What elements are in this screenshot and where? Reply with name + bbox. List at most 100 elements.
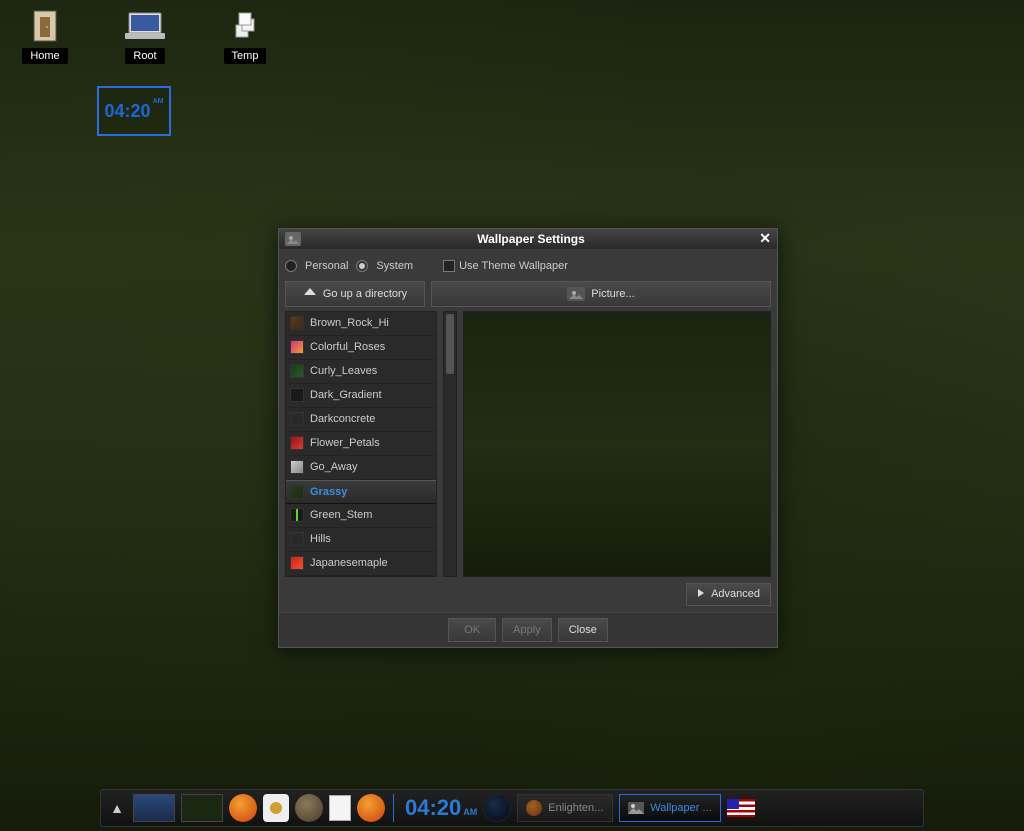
use-theme-wallpaper-option[interactable]: Use Theme Wallpaper xyxy=(443,260,568,272)
wallpaper-file-label: Brown_Rock_Hi xyxy=(310,317,389,329)
wallpaper-preview xyxy=(463,311,771,577)
wallpaper-file-list[interactable]: Brown_Rock_Hi Colorful_Roses Curly_Leaves D… xyxy=(285,311,437,577)
picture-label: Picture... xyxy=(591,288,634,300)
taskbar: ▲ 04:20 AM Enlighten... Wallpaper ... xyxy=(100,789,924,827)
close-button[interactable]: Close xyxy=(558,618,608,642)
file-list-scrollbar[interactable] xyxy=(443,311,457,577)
wallpaper-thumb-icon xyxy=(290,508,304,522)
nav-row: Go up a directory Picture... xyxy=(285,281,771,307)
taskbar-app-firefox[interactable] xyxy=(229,793,257,823)
wallpaper-file-item[interactable]: Dark_Gradient xyxy=(286,384,436,408)
wallpaper-file-item[interactable]: Green_Stem xyxy=(286,504,436,528)
wallpaper-thumb-icon xyxy=(290,364,304,378)
wallpaper-file-item[interactable]: Curly_Leaves xyxy=(286,360,436,384)
taskbar-app-gimp[interactable] xyxy=(295,793,323,823)
firefox-icon xyxy=(357,794,385,822)
wallpaper-file-label: Green_Stem xyxy=(310,509,372,521)
taskbar-app-firefox-2[interactable] xyxy=(357,793,385,823)
chevron-right-icon xyxy=(697,588,705,601)
wallpaper-thumb-icon xyxy=(290,460,304,474)
wallpaper-thumb-icon xyxy=(290,340,304,354)
firefox-icon xyxy=(526,800,542,816)
wallpaper-file-item[interactable]: Darkconcrete xyxy=(286,408,436,432)
orb-icon xyxy=(483,794,511,822)
taskbar-system-orb[interactable] xyxy=(483,793,511,823)
wallpaper-thumb-icon xyxy=(290,436,304,450)
taskbar-workspace-1[interactable] xyxy=(133,793,175,823)
taskbar-clock-ampm: AM xyxy=(463,807,477,817)
wallpaper-file-label: Darkconcrete xyxy=(310,413,375,425)
wallpaper-file-label: Curly_Leaves xyxy=(310,365,377,377)
wallpaper-file-item[interactable]: Colorful_Roses xyxy=(286,336,436,360)
desktop-icon-temp[interactable]: Temp xyxy=(210,8,280,64)
ok-button[interactable]: OK xyxy=(448,618,496,642)
wallpaper-file-label: Grassy xyxy=(310,486,347,498)
picture-icon xyxy=(567,287,585,301)
wallpaper-file-item[interactable]: Japanesemaple xyxy=(286,552,436,576)
clock-ampm: AM xyxy=(153,98,164,105)
content-row: Brown_Rock_Hi Colorful_Roses Curly_Leaves D… xyxy=(285,311,771,577)
picture-button[interactable]: Picture... xyxy=(431,281,771,307)
go-up-button[interactable]: Go up a directory xyxy=(285,281,425,307)
apply-button[interactable]: Apply xyxy=(502,618,552,642)
dialog-body: Personal System Use Theme Wallpaper Go u… xyxy=(279,249,777,612)
wallpaper-file-item[interactable]: Grassy xyxy=(286,480,436,504)
taskbar-app-media[interactable] xyxy=(263,793,289,823)
wallpaper-thumb-icon xyxy=(290,485,304,499)
desktop-clock-widget[interactable]: 04:20 AM xyxy=(97,86,171,136)
taskbar-separator xyxy=(393,794,397,822)
chevron-up-icon: ▲ xyxy=(110,800,124,816)
taskbar-clock-time: 04:20 xyxy=(405,795,461,821)
use-theme-label: Use Theme Wallpaper xyxy=(459,260,568,272)
taskbar-clock[interactable]: 04:20 AM xyxy=(405,795,477,821)
taskbar-app-document[interactable] xyxy=(329,793,351,823)
us-flag-icon xyxy=(727,799,755,817)
desktop-icon-label: Root xyxy=(125,48,164,64)
close-button[interactable]: ✕ xyxy=(755,230,771,247)
taskbar-keyboard-layout[interactable] xyxy=(727,793,755,823)
radio-personal-label: Personal xyxy=(305,260,348,272)
close-icon: ✕ xyxy=(759,230,771,246)
document-icon xyxy=(329,795,351,821)
gimp-icon xyxy=(295,794,323,822)
taskbar-workspace-2[interactable] xyxy=(181,793,223,823)
wallpaper-file-label: Dark_Gradient xyxy=(310,389,382,401)
scrollbar-thumb[interactable] xyxy=(446,314,454,374)
desktop-icon-root[interactable]: Root xyxy=(110,8,180,64)
radio-system-label: System xyxy=(376,260,413,272)
desktop-icons: Home Root Temp xyxy=(10,8,280,64)
use-theme-checkbox[interactable] xyxy=(443,260,455,272)
radio-system[interactable] xyxy=(356,260,368,272)
desktop-icon-label: Temp xyxy=(224,48,267,64)
wallpaper-file-item[interactable]: Hills xyxy=(286,528,436,552)
wallpaper-thumb-icon xyxy=(290,316,304,330)
wallpaper-thumb-icon xyxy=(290,532,304,546)
window-icon xyxy=(285,232,301,246)
wallpaper-file-label: Go_Away xyxy=(310,461,358,473)
desktop-icon-home[interactable]: Home xyxy=(10,8,80,64)
temp-icon xyxy=(224,8,266,44)
advanced-button[interactable]: Advanced xyxy=(686,583,771,606)
options-row: Personal System Use Theme Wallpaper xyxy=(285,255,771,277)
firefox-icon xyxy=(229,794,257,822)
media-icon xyxy=(263,794,289,822)
wallpaper-file-item[interactable]: Go_Away xyxy=(286,456,436,480)
wallpaper-file-label: Colorful_Roses xyxy=(310,341,385,353)
root-icon xyxy=(124,8,166,44)
titlebar[interactable]: Wallpaper Settings ✕ xyxy=(279,229,777,249)
wallpaper-settings-dialog: Wallpaper Settings ✕ Personal System Use… xyxy=(278,228,778,648)
wallpaper-file-label: Hills xyxy=(310,533,331,545)
chevron-up-icon xyxy=(303,287,317,300)
radio-personal[interactable] xyxy=(285,260,297,272)
wallpaper-thumb-icon xyxy=(290,556,304,570)
advanced-label: Advanced xyxy=(711,588,760,600)
wallpaper-file-item[interactable]: Brown_Rock_Hi xyxy=(286,312,436,336)
wallpaper-file-item[interactable]: Flower_Petals xyxy=(286,432,436,456)
taskbar-window-enlighten[interactable]: Enlighten... xyxy=(517,794,613,822)
advanced-row: Advanced xyxy=(285,577,771,612)
desktop-icon-label: Home xyxy=(22,48,67,64)
dialog-footer: OK Apply Close xyxy=(279,612,777,647)
taskbar-menu-button[interactable]: ▲ xyxy=(107,793,127,823)
taskbar-window-wallpaper[interactable]: Wallpaper ... xyxy=(619,794,720,822)
workspace-thumb-icon xyxy=(181,794,223,822)
